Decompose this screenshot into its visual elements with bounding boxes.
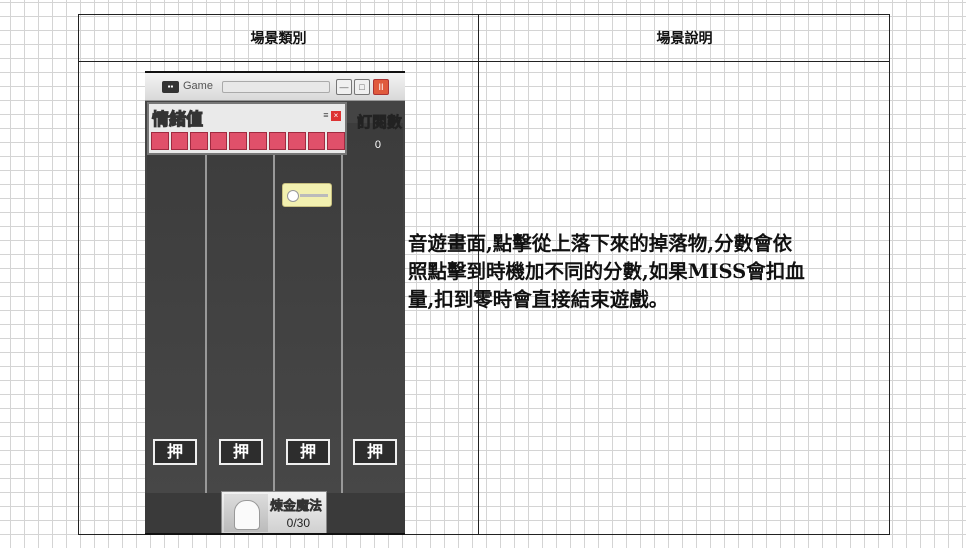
lane-separator [341, 123, 343, 497]
skill-card[interactable]: 煉金魔法 0/30 [221, 491, 327, 533]
mood-controls: ≡ × [323, 110, 341, 121]
mood-cell [307, 132, 326, 150]
skill-title: 煉金魔法 [269, 499, 323, 515]
falling-note[interactable] [282, 183, 332, 207]
lane-2[interactable] [207, 123, 273, 493]
maximize-button[interactable]: □ [354, 79, 370, 95]
lane-separator [205, 123, 207, 497]
subscribers-label: 訂閱數 [356, 113, 403, 132]
press-button-lane-2[interactable]: 押 [219, 439, 263, 465]
lane-1[interactable] [147, 123, 205, 493]
skill-progress: 0/30 [286, 516, 310, 530]
mood-cell [248, 132, 267, 150]
title-slot [222, 81, 330, 93]
press-button-lane-1[interactable]: 押 [153, 439, 197, 465]
mood-cell [288, 132, 306, 150]
settings-icon[interactable]: ≡ [323, 110, 328, 120]
mood-bar [151, 132, 345, 150]
character-portrait [224, 494, 268, 532]
window-titlebar: ▪▪ Game — □ II [145, 73, 405, 101]
window-title: Game [183, 80, 213, 92]
press-button-lane-3[interactable]: 押 [286, 439, 330, 465]
game-screenshot: ▪▪ Game — □ II 情緒值 ≡ × 訂閱數 0 押 押 押 押 煉金魔… [145, 71, 405, 535]
mood-cell [170, 132, 189, 150]
mood-cell [190, 132, 208, 150]
header-description: 場景說明 [479, 15, 890, 62]
gamepad-icon: ▪▪ [162, 81, 179, 93]
mood-cell [268, 132, 287, 150]
close-icon[interactable]: × [331, 111, 341, 121]
mood-cell [229, 132, 247, 150]
lane-4[interactable] [343, 123, 403, 493]
scene-description: 音遊畫面,點擊從上落下來的掉落物,分數會依照點擊到時機加不同的分數,如果MISS… [408, 232, 805, 311]
mood-cell [151, 132, 169, 150]
subscribers-count: 0 [374, 139, 381, 151]
mood-cell [209, 132, 228, 150]
minimize-button[interactable]: — [336, 79, 352, 95]
mood-cell [327, 132, 345, 150]
mood-label: 情緒值 [152, 110, 204, 131]
lane-separator [273, 123, 275, 497]
lane-3[interactable] [275, 123, 341, 493]
mood-panel: 情緒值 ≡ × [147, 102, 347, 155]
header-category: 場景類別 [79, 15, 479, 62]
press-button-lane-4[interactable]: 押 [353, 439, 397, 465]
pause-button[interactable]: II [373, 79, 389, 95]
